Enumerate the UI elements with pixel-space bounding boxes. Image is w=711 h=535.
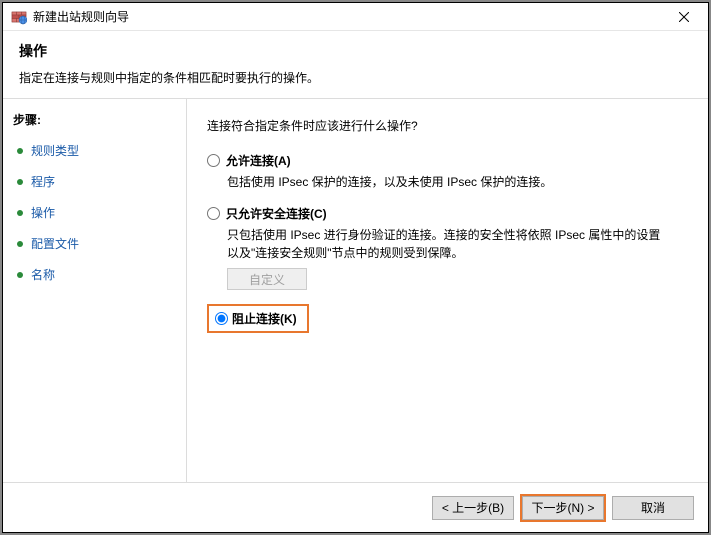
page-subtitle: 指定在连接与规则中指定的条件相匹配时要执行的操作。 [19, 69, 692, 86]
radio-block-label: 阻止连接(K) [232, 310, 297, 327]
action-prompt: 连接符合指定条件时应该进行什么操作? [207, 117, 688, 134]
wizard-header: 操作 指定在连接与规则中指定的条件相匹配时要执行的操作。 [3, 31, 708, 98]
firewall-icon [11, 9, 27, 25]
bullet-icon [17, 179, 23, 185]
window-title: 新建出站规则向导 [33, 8, 664, 25]
next-button[interactable]: 下一步(N) > [522, 496, 604, 520]
highlight-box: 下一步(N) > [520, 494, 606, 522]
cancel-button[interactable]: 取消 [612, 496, 694, 520]
option-block: 阻止连接(K) [207, 304, 688, 333]
customize-button: 自定义 [227, 268, 307, 290]
close-button[interactable] [664, 4, 704, 30]
highlight-box: 阻止连接(K) [207, 304, 309, 333]
bullet-icon [17, 148, 23, 154]
step-label: 配置文件 [31, 235, 79, 252]
step-label: 规则类型 [31, 142, 79, 159]
step-label: 操作 [31, 204, 55, 221]
step-label: 程序 [31, 173, 55, 190]
radio-allow[interactable] [207, 154, 220, 167]
bullet-icon [17, 272, 23, 278]
titlebar: 新建出站规则向导 [3, 3, 708, 31]
page-title: 操作 [19, 41, 692, 61]
steps-label: 步骤: [13, 111, 178, 128]
steps-sidebar: 步骤: 规则类型 程序 操作 配置文件 名称 [3, 99, 187, 482]
allow-secure-desc: 只包括使用 IPsec 进行身份验证的连接。连接的安全性将依照 IPsec 属性… [227, 226, 667, 262]
option-allow: 允许连接(A) 包括使用 IPsec 保护的连接，以及未使用 IPsec 保护的… [207, 152, 688, 191]
step-program[interactable]: 程序 [13, 169, 178, 194]
step-action[interactable]: 操作 [13, 200, 178, 225]
step-rule-type[interactable]: 规则类型 [13, 138, 178, 163]
wizard-body: 步骤: 规则类型 程序 操作 配置文件 名称 连接符合指 [3, 99, 708, 482]
wizard-content: 连接符合指定条件时应该进行什么操作? 允许连接(A) 包括使用 IPsec 保护… [187, 99, 708, 482]
radio-allow-secure[interactable] [207, 207, 220, 220]
step-name[interactable]: 名称 [13, 262, 178, 287]
bullet-icon [17, 241, 23, 247]
radio-allow-label: 允许连接(A) [226, 152, 291, 169]
step-profile[interactable]: 配置文件 [13, 231, 178, 256]
option-allow-secure: 只允许安全连接(C) 只包括使用 IPsec 进行身份验证的连接。连接的安全性将… [207, 205, 688, 290]
back-button[interactable]: < 上一步(B) [432, 496, 514, 520]
close-icon [679, 12, 689, 22]
radio-block[interactable] [215, 312, 228, 325]
wizard-window: 新建出站规则向导 操作 指定在连接与规则中指定的条件相匹配时要执行的操作。 步骤… [2, 2, 709, 533]
bullet-icon [17, 210, 23, 216]
step-label: 名称 [31, 266, 55, 283]
allow-desc: 包括使用 IPsec 保护的连接，以及未使用 IPsec 保护的连接。 [227, 173, 667, 191]
wizard-footer: < 上一步(B) 下一步(N) > 取消 [3, 482, 708, 532]
radio-allow-secure-label: 只允许安全连接(C) [226, 205, 327, 222]
